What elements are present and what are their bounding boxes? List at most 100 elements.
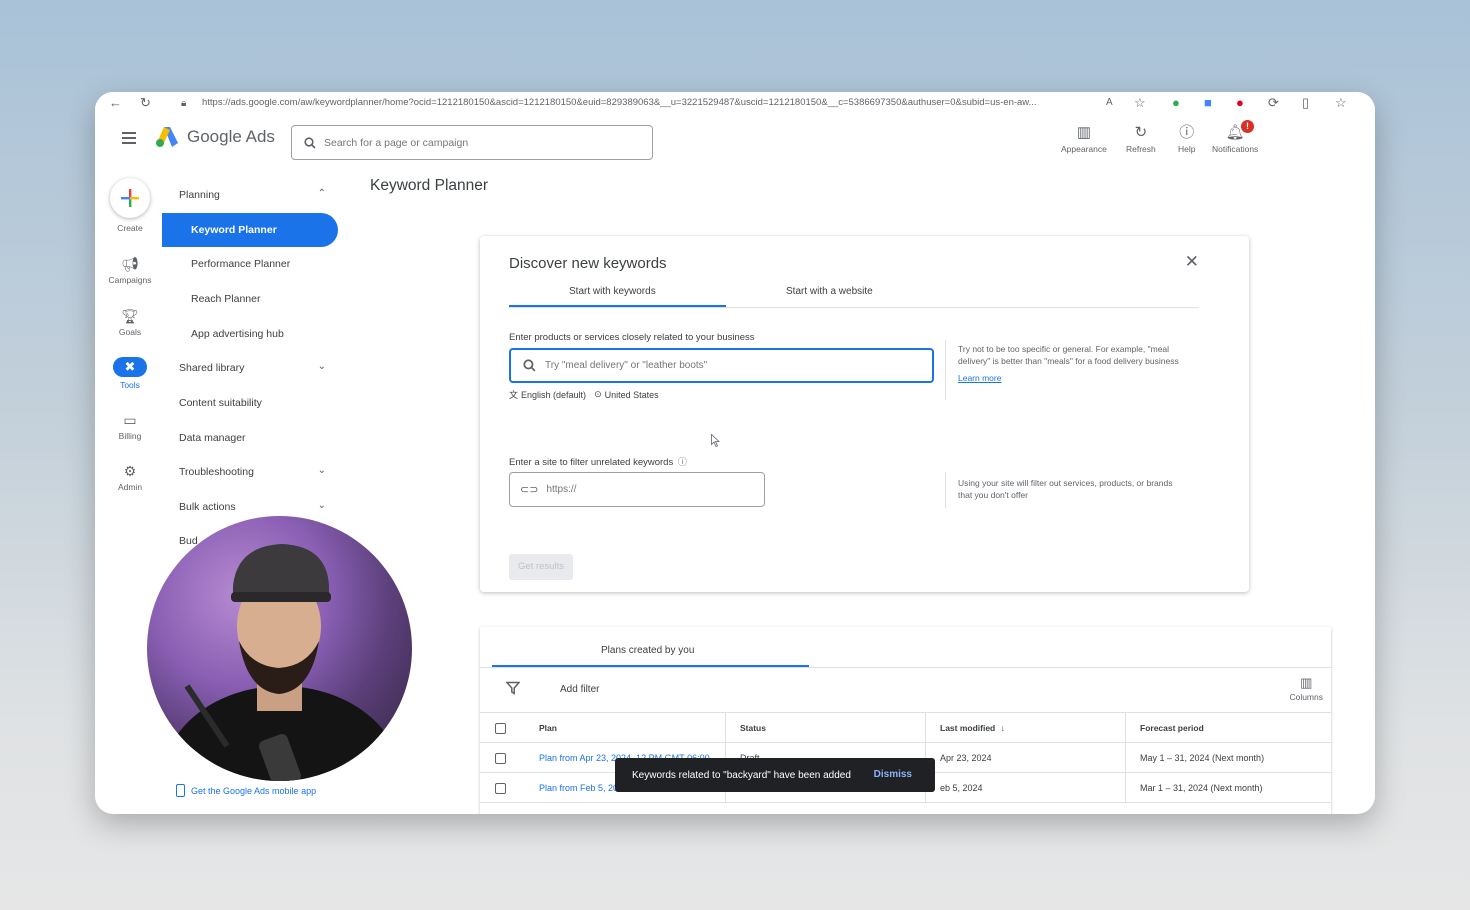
app-header: Google Ads ▥ Appearance ↻ Refresh ⓘ Help… bbox=[95, 114, 1375, 170]
favorite-star-icon[interactable]: ☆ bbox=[1134, 95, 1146, 111]
admin-label: Admin bbox=[117, 482, 143, 492]
google-ads-logo bbox=[156, 127, 178, 147]
column-header-forecast-period[interactable]: Forecast period bbox=[1125, 713, 1331, 743]
site-label: Enter a site to filter unrelated keyword… bbox=[509, 455, 687, 468]
tab-plans-created-by-you[interactable]: Plans created by you bbox=[601, 645, 694, 656]
select-all-checkbox[interactable] bbox=[495, 723, 506, 735]
split-screen-icon[interactable]: ▯ bbox=[1302, 95, 1309, 111]
divider bbox=[945, 340, 946, 400]
notification-badge: ! bbox=[1241, 120, 1254, 133]
keywords-label: Enter products or services closely relat… bbox=[509, 332, 755, 343]
column-header-plan[interactable]: Plan bbox=[525, 713, 725, 743]
notifications-label: Notifications bbox=[1212, 144, 1259, 154]
nav-troubleshooting[interactable]: Troubleshooting ⌄ bbox=[162, 455, 338, 489]
read-aloud-icon[interactable]: A bbox=[1106, 95, 1113, 111]
search-field[interactable] bbox=[324, 136, 624, 149]
phone-icon bbox=[176, 784, 185, 797]
filter-icon[interactable] bbox=[506, 681, 520, 695]
rail-goals[interactable]: 🏆︎ Goals bbox=[95, 307, 165, 337]
mobile-app-link[interactable]: Get the Google Ads mobile app bbox=[176, 784, 316, 797]
search-input[interactable] bbox=[291, 125, 653, 160]
nav-reach-planner-label: Reach Planner bbox=[191, 293, 261, 305]
learn-more-link[interactable]: Learn more bbox=[958, 373, 1001, 385]
location-selector[interactable]: United States bbox=[605, 390, 659, 400]
page-title: Keyword Planner bbox=[370, 177, 489, 194]
nav-content-suitability-label: Content suitability bbox=[179, 397, 262, 409]
appearance-button[interactable]: ▥ Appearance bbox=[1061, 124, 1107, 154]
nav-performance-planner[interactable]: Performance Planner bbox=[162, 247, 338, 281]
extension-grammar-icon[interactable]: ● bbox=[1172, 95, 1180, 111]
refresh-label: Refresh bbox=[1126, 144, 1156, 154]
nav-reach-planner[interactable]: Reach Planner bbox=[162, 282, 338, 316]
column-header-status[interactable]: Status bbox=[725, 713, 925, 743]
gear-icon: ⚙ bbox=[123, 463, 137, 479]
targeting-row: 文 English (default) ⊙ United States bbox=[509, 388, 659, 401]
mobile-app-label: Get the Google Ads mobile app bbox=[191, 785, 317, 796]
site-input[interactable]: ⊂⊃ bbox=[509, 472, 765, 507]
last-modified-cell: Apr 23, 2024 bbox=[925, 743, 1125, 773]
site-field[interactable] bbox=[546, 484, 747, 495]
nav-app-advertising-hub-label: App advertising hub bbox=[191, 328, 284, 340]
nav-shared-library[interactable]: Shared library ⌄ bbox=[162, 351, 338, 385]
create-button[interactable]: Create bbox=[95, 178, 165, 233]
nav-app-advertising-hub[interactable]: App advertising hub bbox=[162, 317, 338, 351]
last-modified-label: Last modified bbox=[940, 723, 996, 733]
columns-button[interactable]: ▥ Columns bbox=[1289, 676, 1323, 703]
reload-icon[interactable]: ↻ bbox=[140, 95, 151, 111]
chevron-down-icon: ⌄ bbox=[317, 500, 326, 511]
rail-campaigns[interactable]: 📢︎ Campaigns bbox=[95, 255, 165, 285]
get-results-button[interactable]: Get results bbox=[509, 554, 573, 580]
language-selector[interactable]: English (default) bbox=[521, 390, 586, 400]
menu-icon[interactable] bbox=[122, 132, 136, 144]
megaphone-icon: 📢︎ bbox=[121, 256, 139, 272]
nav-planning-label: Planning bbox=[179, 189, 220, 201]
nav-data-manager[interactable]: Data manager bbox=[162, 421, 338, 455]
active-tab-indicator bbox=[492, 665, 809, 667]
discover-keywords-card: Discover new keywords ✕ Start with keywo… bbox=[480, 236, 1249, 592]
nav-performance-planner-label: Performance Planner bbox=[191, 258, 291, 270]
column-header-last-modified[interactable]: Last modified ↓ bbox=[925, 713, 1125, 743]
forecast-period-cell: May 1 – 31, 2024 (Next month) bbox=[1125, 743, 1331, 773]
extensions-icon[interactable]: ⟳ bbox=[1268, 95, 1279, 111]
rail-billing[interactable]: ▭ Billing bbox=[95, 411, 165, 441]
pinterest-icon[interactable]: ● bbox=[1236, 95, 1244, 111]
dismiss-button[interactable]: Dismiss bbox=[874, 769, 912, 780]
keywords-field[interactable] bbox=[545, 360, 905, 371]
search-icon bbox=[523, 359, 536, 372]
chevron-down-icon: ⌄ bbox=[317, 465, 326, 476]
extension-blue-icon[interactable]: ■ bbox=[1204, 95, 1212, 111]
tab-start-with-website[interactable]: Start with a website bbox=[786, 286, 873, 297]
row-checkbox[interactable] bbox=[495, 783, 506, 795]
tab-start-with-keywords[interactable]: Start with keywords bbox=[569, 286, 656, 297]
row-select-cell bbox=[480, 743, 525, 773]
address-bar[interactable]: https://ads.google.com/aw/keywordplanner… bbox=[202, 97, 1097, 108]
filter-bar: Add filter ▥ Columns bbox=[480, 668, 1331, 712]
back-icon[interactable]: ← bbox=[109, 95, 122, 111]
snackbar-toast: Keywords related to "backyard" have been… bbox=[615, 758, 935, 792]
rail-admin[interactable]: ⚙ Admin bbox=[95, 462, 165, 492]
tab-divider bbox=[509, 307, 1199, 308]
presenter-image bbox=[162, 544, 402, 781]
browser-toolbar: ← ↻ 🔒︎ https://ads.google.com/aw/keyword… bbox=[95, 92, 1375, 114]
close-icon[interactable]: ✕ bbox=[1185, 252, 1199, 272]
divider bbox=[945, 472, 946, 508]
favorites-icon[interactable]: ☆ bbox=[1335, 95, 1347, 111]
goals-label: Goals bbox=[118, 327, 142, 337]
nav-content-suitability[interactable]: Content suitability bbox=[162, 386, 338, 420]
notifications-button[interactable]: 🔔︎ ! Notifications bbox=[1212, 120, 1259, 154]
add-filter-button[interactable]: Add filter bbox=[560, 684, 599, 695]
nav-planning[interactable]: Planning ⌃ bbox=[162, 178, 338, 212]
appearance-icon: ▥ bbox=[1076, 124, 1092, 141]
nav-keyword-planner-label: Keyword Planner bbox=[191, 224, 277, 236]
row-checkbox[interactable] bbox=[495, 753, 506, 765]
billing-label: Billing bbox=[118, 431, 142, 441]
mouse-cursor-icon bbox=[711, 434, 720, 447]
select-all-cell bbox=[480, 713, 525, 743]
create-label: Create bbox=[117, 223, 143, 233]
keywords-input[interactable] bbox=[509, 348, 934, 383]
nav-keyword-planner[interactable]: Keyword Planner bbox=[162, 213, 338, 247]
help-icon[interactable]: ⓘ bbox=[678, 457, 687, 467]
rail-tools[interactable]: ✖ Tools bbox=[95, 357, 165, 390]
refresh-button[interactable]: ↻ Refresh bbox=[1126, 124, 1156, 154]
help-button[interactable]: ⓘ Help bbox=[1178, 124, 1195, 154]
